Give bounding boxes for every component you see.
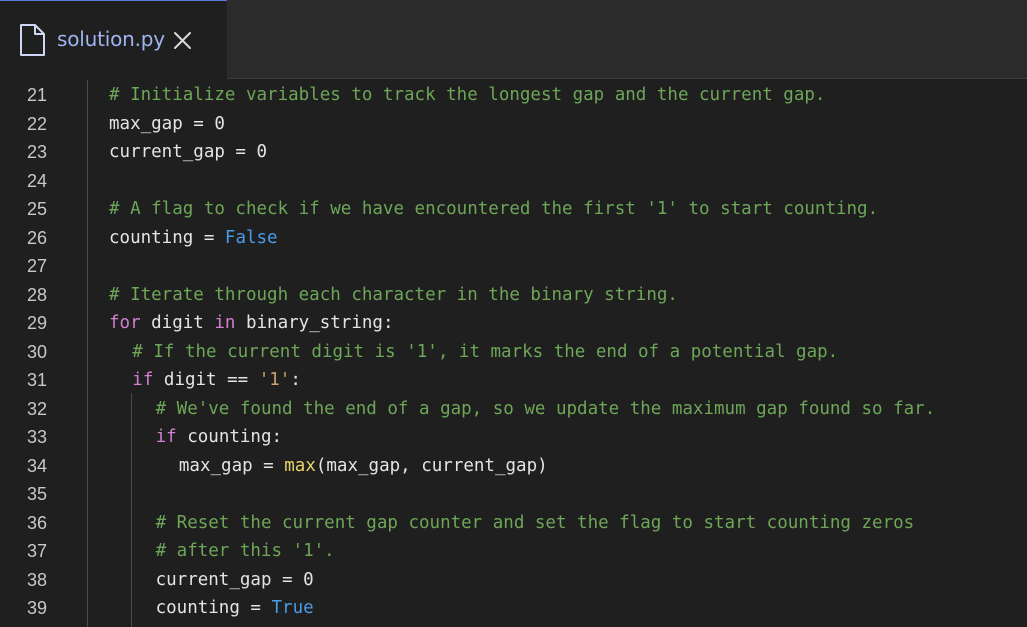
code-line[interactable]: 35 (0, 480, 1027, 509)
code-line[interactable]: 26 counting = False (0, 224, 1027, 253)
file-icon (20, 24, 45, 56)
code-text: max_gap = 0 (109, 110, 225, 139)
line-number: 29 (26, 313, 47, 333)
code-token: True (271, 598, 314, 618)
line-number: 32 (26, 398, 47, 419)
code-token: digit (140, 313, 215, 333)
code-token: counting: (176, 427, 283, 447)
code-token: max (284, 455, 316, 476)
line-number: 24 (26, 170, 47, 191)
code-text: # Reset the current gap counter and set … (156, 509, 915, 538)
line-number: 23 (26, 142, 47, 162)
code-token: False (224, 227, 278, 248)
tab-filename: solution.py (57, 27, 165, 51)
code-token: max_gap = (109, 113, 215, 134)
code-line[interactable]: 27 (0, 252, 1027, 281)
code-text: counting = True (156, 594, 314, 623)
code-token: digit == (153, 370, 259, 390)
code-line[interactable]: 21 # Initialize variables to track the lo… (0, 81, 1027, 110)
code-token: for (109, 313, 141, 333)
code-text: # A flag to check if we have encountered… (109, 195, 878, 224)
code-token: # A flag to check if we have encountered… (109, 199, 879, 219)
code-line[interactable]: 24 (0, 167, 1027, 196)
line-number: 21 (26, 85, 47, 105)
code-token: current_gap = (109, 142, 257, 162)
line-number: 39 (26, 598, 47, 618)
code-text: # If the current digit is '1', it marks … (132, 338, 838, 367)
close-icon[interactable] (172, 30, 193, 51)
code-token: binary_string: (235, 313, 394, 333)
code-line[interactable]: 28 # Iterate through each character in th… (0, 281, 1027, 310)
code-editor[interactable]: 21 # Initialize variables to track the lo… (0, 80, 1027, 627)
line-number: 26 (26, 227, 47, 248)
code-text: # after this '1'. (156, 537, 335, 566)
tab-bar: solution.py (0, 0, 1027, 79)
code-token: # after this '1'. (155, 541, 335, 561)
line-number: 22 (26, 113, 47, 134)
line-number: 34 (26, 455, 47, 476)
tab-solution-py[interactable]: solution.py (0, 0, 227, 79)
code-text: if digit == '1': (132, 366, 301, 395)
code-text: # Initialize variables to track the long… (109, 81, 825, 110)
code-token: 0 (256, 142, 268, 162)
line-number: 33 (26, 427, 47, 447)
code-line[interactable]: 30 # If the current digit is '1', it mark… (0, 338, 1027, 367)
code-text: counting = False (109, 224, 278, 253)
code-text: if counting: (156, 423, 282, 452)
code-line[interactable]: 29 for digit in binary_string: (0, 309, 1027, 338)
code-line[interactable]: 23 current_gap = 0 (0, 138, 1027, 167)
code-line[interactable]: 36 # Reset the current gap counter and se… (0, 509, 1027, 538)
code-text: current_gap = 0 (109, 138, 267, 167)
code-text: for digit in binary_string: (109, 309, 394, 338)
code-line[interactable]: 25 # A flag to check if we have encounter… (0, 195, 1027, 224)
code-token: : (290, 370, 301, 390)
code-line[interactable]: 32 # We've found the end of a gap, so we … (0, 395, 1027, 424)
line-number: 37 (26, 541, 47, 561)
line-number: 27 (26, 256, 47, 276)
line-number: 36 (26, 512, 47, 533)
code-line[interactable]: 39 counting = True (0, 594, 1027, 623)
line-number: 28 (26, 284, 47, 305)
code-text: current_gap = 0 (156, 566, 314, 595)
code-token: 0 (303, 569, 314, 590)
code-text: max_gap = max(max_gap, current_gap) (179, 452, 548, 481)
line-number: 35 (26, 484, 47, 504)
line-number: 25 (26, 199, 47, 219)
code-line[interactable]: 22 max_gap = 0 (0, 110, 1027, 139)
code-token: in (214, 313, 236, 333)
line-number: 38 (26, 569, 47, 590)
code-line[interactable]: 37 # after this '1'. (0, 537, 1027, 566)
code-line[interactable]: 33 if counting: (0, 423, 1027, 452)
code-token: counting = (109, 227, 225, 248)
code-token: # Iterate through each character in the … (109, 284, 678, 305)
code-token: max_gap = (178, 455, 285, 476)
code-token: 0 (214, 113, 225, 134)
code-line[interactable]: 38 current_gap = 0 (0, 566, 1027, 595)
code-line[interactable]: 34 max_gap = max(max_gap, current_gap) (0, 452, 1027, 481)
code-token: # If the current digit is '1', it marks … (132, 341, 839, 362)
code-token: # Initialize variables to track the long… (109, 85, 826, 105)
code-token: current_gap = (155, 569, 304, 590)
code-token: if (132, 370, 154, 390)
code-text: # We've found the end of a gap, so we up… (156, 395, 936, 424)
code-token: # Reset the current gap counter and set … (155, 512, 915, 533)
line-number: 30 (26, 341, 47, 362)
code-token: (max_gap, current_gap) (315, 455, 548, 476)
code-text: # Iterate through each character in the … (109, 281, 678, 310)
code-line[interactable]: 31 if digit == '1': (0, 366, 1027, 395)
line-number: 31 (26, 370, 47, 390)
code-token: if (155, 427, 177, 447)
code-token: # We've found the end of a gap, so we up… (155, 398, 936, 419)
code-token: '1' (258, 370, 291, 390)
code-token: counting = (155, 598, 272, 618)
